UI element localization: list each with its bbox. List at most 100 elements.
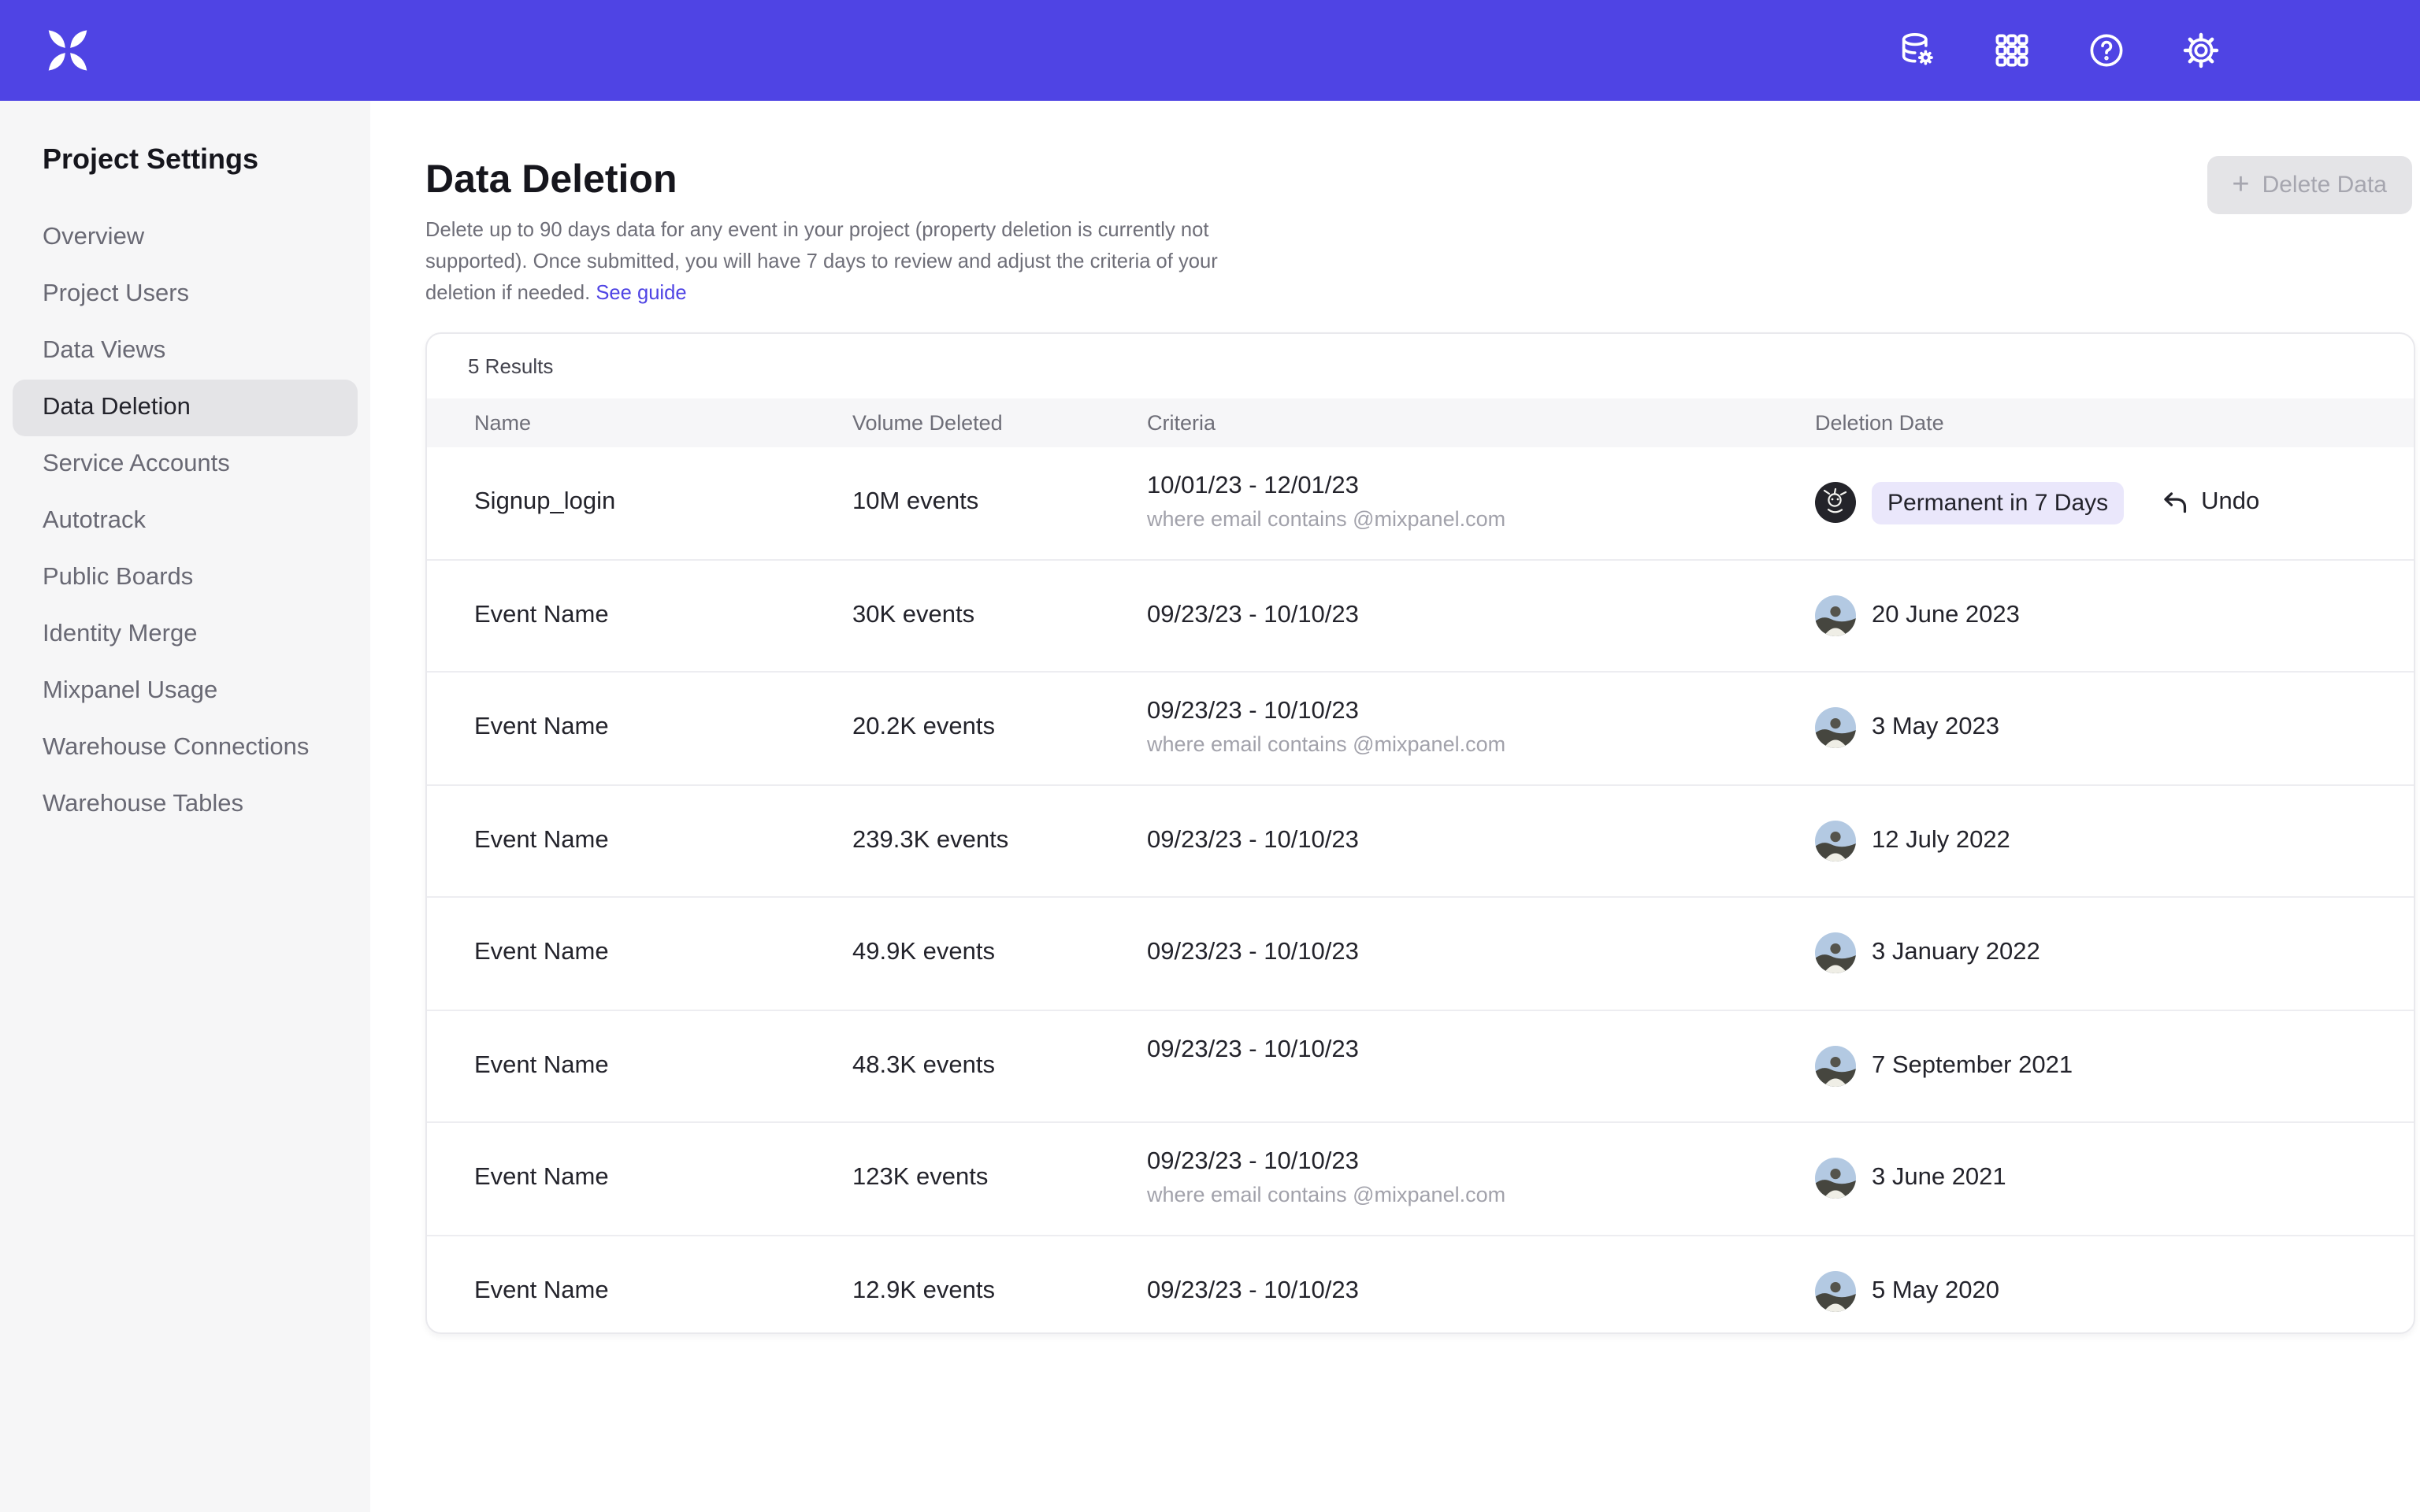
row-volume: 48.3K events: [852, 1052, 1147, 1080]
sidebar-item-public-boards[interactable]: Public Boards: [13, 550, 358, 606]
sidebar-item-warehouse-connections[interactable]: Warehouse Connections: [13, 720, 358, 776]
delete-data-button-label: Delete Data: [2262, 172, 2387, 198]
row-name: Event Name: [427, 714, 852, 743]
row-name: Event Name: [427, 1165, 852, 1193]
page-header: Data Deletion Delete up to 90 days data …: [370, 101, 2420, 309]
deletion-table-card: 5 Results NameVolume DeletedCriteriaDele…: [425, 332, 2415, 1334]
row-criteria: 09/23/23 - 10/10/23 where email contains…: [1147, 1149, 1815, 1209]
page-title: Data Deletion: [425, 158, 2412, 202]
table-row-6: Event Name 48.3K events 09/23/23 - 10/10…: [427, 1009, 2414, 1121]
user-avatar: [1815, 933, 1856, 974]
column-header-name: Name: [427, 411, 852, 435]
sidebar-item-label: Data Deletion: [43, 394, 191, 421]
user-avatar: [1815, 595, 1856, 636]
user-avatar: [1815, 708, 1856, 749]
criteria-date-range: 09/23/23 - 10/10/23: [1147, 1277, 1815, 1306]
table-row-3: Event Name 20.2K events 09/23/23 - 10/10…: [427, 671, 2414, 784]
deletion-date-text: 5 May 2020: [1872, 1277, 1999, 1306]
page-description: Delete up to 90 days data for any event …: [425, 214, 1248, 309]
deletion-date-text: 20 June 2023: [1872, 602, 2020, 630]
row-deletion-date: 3 May 2023: [1815, 708, 2414, 749]
undo-button[interactable]: Undo: [2162, 489, 2259, 517]
criteria-date-range: 09/23/23 - 10/10/23: [1147, 939, 1815, 968]
row-name: Signup_login: [427, 489, 852, 517]
sidebar-item-data-deletion[interactable]: Data Deletion: [13, 380, 358, 436]
row-deletion-date: 3 January 2022: [1815, 933, 2414, 974]
main-content: Data Deletion Delete up to 90 days data …: [370, 101, 2420, 1512]
row-volume: 30K events: [852, 602, 1147, 630]
sidebar-item-mixpanel-usage[interactable]: Mixpanel Usage: [13, 663, 358, 720]
help-icon[interactable]: [2086, 30, 2127, 71]
sidebar-item-label: Data Views: [43, 337, 165, 364]
row-deletion-date: 7 September 2021: [1815, 1046, 2414, 1087]
criteria-filter: where email contains @mixpanel.com: [1147, 1184, 1815, 1209]
settings-icon[interactable]: [2181, 30, 2221, 71]
row-volume: 123K events: [852, 1165, 1147, 1193]
table-row-7: Event Name 123K events 09/23/23 - 10/10/…: [427, 1121, 2414, 1234]
page-description-text: Delete up to 90 days data for any event …: [425, 217, 1218, 304]
criteria-date-range: 09/23/23 - 10/10/23: [1147, 602, 1815, 630]
row-criteria: 09/23/23 - 10/10/23 where email contains…: [1147, 699, 1815, 758]
sidebar-item-data-views[interactable]: Data Views: [13, 323, 358, 380]
row-volume: 20.2K events: [852, 714, 1147, 743]
user-avatar: [1815, 1158, 1856, 1199]
deletion-date-text: 3 June 2021: [1872, 1165, 2006, 1193]
see-guide-link[interactable]: See guide: [596, 280, 686, 304]
sidebar-nav: Overview Project Users Data Views Data D…: [0, 209, 370, 833]
sidebar-item-project-users[interactable]: Project Users: [13, 266, 358, 323]
criteria-date-range: 09/23/23 - 10/10/23: [1147, 1036, 1815, 1065]
row-deletion-date: 5 May 2020: [1815, 1271, 2414, 1312]
row-criteria: 09/23/23 - 10/10/23: [1147, 602, 1815, 630]
criteria-filter: where email contains @mixpanel.com: [1147, 733, 1815, 758]
delete-data-button[interactable]: + Delete Data: [2207, 156, 2412, 214]
row-deletion-date: Permanent in 7 DaysUndo: [1815, 482, 2414, 524]
row-name: Event Name: [427, 602, 852, 630]
sidebar-item-label: Identity Merge: [43, 621, 197, 647]
undo-label: Undo: [2201, 489, 2259, 517]
table-header-row: NameVolume DeletedCriteriaDeletion Date: [427, 398, 2414, 447]
criteria-date-range: 09/23/23 - 10/10/23: [1147, 1149, 1815, 1177]
row-volume: 49.9K events: [852, 939, 1147, 968]
deletion-date-text: 7 September 2021: [1872, 1052, 2073, 1080]
user-avatar: [1815, 483, 1856, 524]
sidebar-item-autotrack[interactable]: Autotrack: [13, 493, 358, 550]
topbar-icon-group: [1897, 30, 2221, 71]
row-volume: 10M events: [852, 489, 1147, 517]
mixpanel-logo-icon[interactable]: [39, 22, 96, 79]
row-volume: 239.3K events: [852, 827, 1147, 855]
sidebar-item-label: Service Accounts: [43, 450, 230, 477]
row-deletion-date: 20 June 2023: [1815, 595, 2414, 636]
app-window: Project Settings Overview Project Users …: [0, 0, 2420, 1512]
table-row-1: Signup_login 10M events 10/01/23 - 12/01…: [427, 447, 2414, 558]
settings-sidebar: Project Settings Overview Project Users …: [0, 101, 370, 1512]
plus-icon: +: [2232, 170, 2249, 200]
sidebar-item-label: Warehouse Connections: [43, 734, 309, 761]
sidebar-item-label: Overview: [43, 224, 144, 250]
data-management-icon[interactable]: [1897, 30, 1938, 71]
table-row-2: Event Name 30K events 09/23/23 - 10/10/2…: [427, 558, 2414, 671]
row-criteria: 09/23/23 - 10/10/23: [1147, 827, 1815, 855]
results-count: 5 Results: [427, 334, 2414, 398]
row-name: Event Name: [427, 1277, 852, 1306]
sidebar-item-identity-merge[interactable]: Identity Merge: [13, 606, 358, 663]
top-navigation-bar: [0, 0, 2420, 101]
column-header-deletion-date: Deletion Date: [1815, 411, 2414, 435]
deletion-date-text: 3 May 2023: [1872, 714, 1999, 743]
table-row-8: Event Name 12.9K events 09/23/23 - 10/10…: [427, 1234, 2414, 1334]
deletion-date-text: 3 January 2022: [1872, 939, 2040, 968]
criteria-date-range: 09/23/23 - 10/10/23: [1147, 699, 1815, 727]
criteria-date-range: 09/23/23 - 10/10/23: [1147, 827, 1815, 855]
sidebar-item-warehouse-tables[interactable]: Warehouse Tables: [13, 776, 358, 833]
sidebar-item-overview[interactable]: Overview: [13, 209, 358, 266]
row-criteria: 09/23/23 - 10/10/23: [1147, 939, 1815, 968]
undo-icon: [2162, 490, 2188, 517]
apps-grid-icon[interactable]: [1991, 30, 2032, 71]
sidebar-item-label: Mixpanel Usage: [43, 677, 217, 704]
sidebar-item-label: Warehouse Tables: [43, 791, 243, 817]
table-body: Signup_login 10M events 10/01/23 - 12/01…: [427, 447, 2414, 1334]
sidebar-item-service-accounts[interactable]: Service Accounts: [13, 436, 358, 493]
criteria-filter: where email contains @mixpanel.com: [1147, 508, 1815, 533]
criteria-filter: [1147, 1071, 1815, 1096]
user-avatar: [1815, 1271, 1856, 1312]
row-name: Event Name: [427, 939, 852, 968]
